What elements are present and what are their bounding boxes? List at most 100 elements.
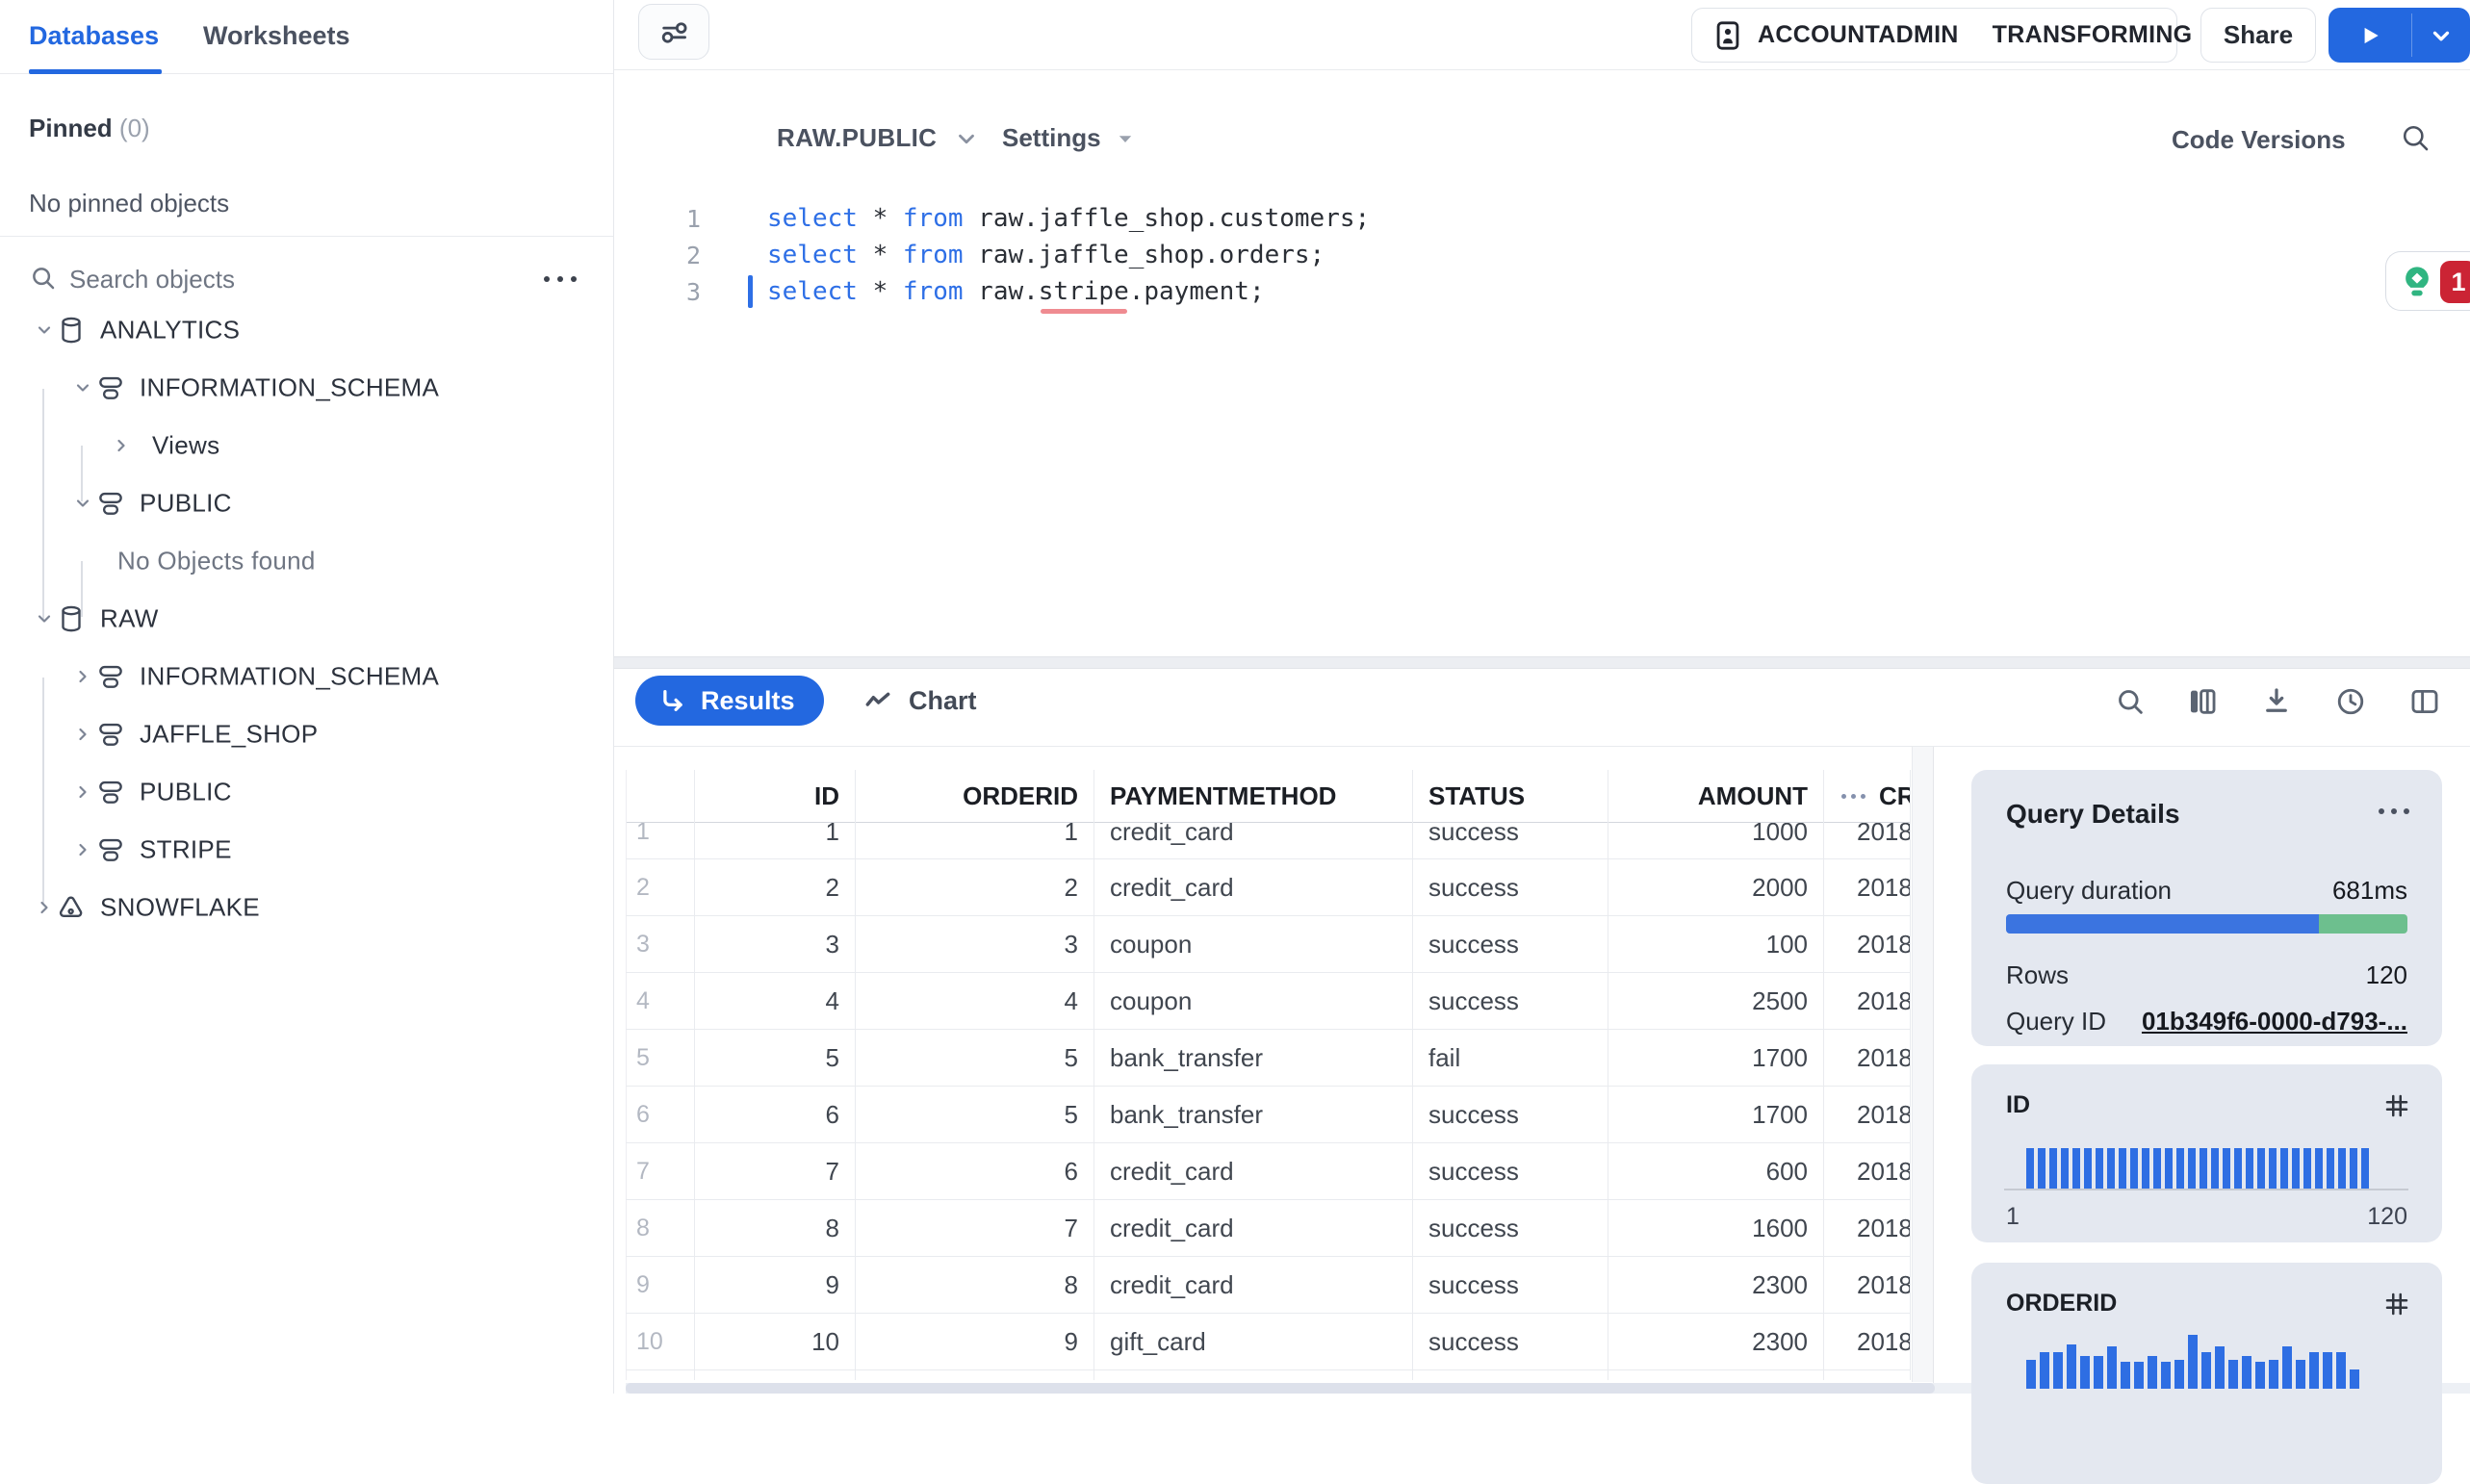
grid-icon[interactable] [2382,1290,2411,1318]
columns-icon[interactable] [2184,683,2221,720]
table-cell[interactable]: 4 [626,973,695,1029]
table-cell[interactable]: success [1413,859,1608,915]
table-cell[interactable] [1094,1370,1413,1380]
table-cell[interactable]: 2018 [1824,916,1911,972]
tree-item-stripe[interactable]: STRIPE [0,821,613,879]
copilot-suggestion-pill[interactable]: 1 [2385,251,2470,311]
column-stats-card-id[interactable]: ID 1 120 [1971,1064,2442,1242]
table-cell[interactable]: credit_card [1094,1143,1413,1199]
table-cell[interactable]: 600 [1608,1143,1824,1199]
table-cell[interactable]: 7 [626,1143,695,1199]
table-cell[interactable]: 7 [695,1143,856,1199]
run-button[interactable] [2328,8,2470,63]
table-cell[interactable]: 2018 [1824,823,1911,858]
table-row-wrap[interactable]: 3 3 3 coupon success 100 2018 [626,916,1911,973]
chevron-right-icon[interactable] [112,436,131,455]
history-icon[interactable] [2332,683,2369,720]
table-cell[interactable] [626,1370,695,1380]
table-cell[interactable]: 5 [626,1030,695,1086]
table-row-wrap[interactable]: 8 8 7 credit_card success 1600 2018 [626,1200,1911,1257]
editor-context-selector[interactable]: RAW.PUBLIC [777,123,979,153]
table-cell[interactable]: 3 [695,916,856,972]
table-cell[interactable]: 2 [626,859,695,915]
table-row[interactable]: 1 1 1 credit_card success 1000 2018 [626,823,1911,858]
tab-results[interactable]: Results [635,676,824,726]
play-icon[interactable] [2328,8,2411,63]
table-cell[interactable]: 10 [626,1314,695,1369]
table-cell[interactable]: 2 [695,859,856,915]
run-options-chevron-icon[interactable] [2412,8,2470,63]
chevron-right-icon[interactable] [73,725,92,744]
table-cell[interactable]: success [1413,1087,1608,1142]
grid-icon[interactable] [2382,1091,2411,1120]
table-cell[interactable]: 9 [856,1314,1094,1369]
table-row[interactable]: 2 2 2 credit_card success 2000 2018 [626,859,1911,915]
table-cell[interactable]: 2018 [1824,1314,1911,1369]
table-row-wrap[interactable]: 1 1 1 credit_card success 1000 2018 [626,823,1911,859]
tree-item-information-schema[interactable]: INFORMATION_SCHEMA [0,648,613,705]
table-cell[interactable] [856,1370,1094,1380]
table-cell[interactable]: 2018 [1824,1200,1911,1256]
table-cell[interactable]: 5 [856,1030,1094,1086]
table-cell[interactable]: credit_card [1094,1200,1413,1256]
table-cell[interactable]: 1700 [1608,1087,1824,1142]
table-cell[interactable]: 4 [856,973,1094,1029]
table-cell[interactable]: 1 [626,823,695,858]
table-cell[interactable]: 2500 [1608,973,1824,1029]
table-cell[interactable]: 3 [626,916,695,972]
table-cell[interactable]: success [1413,1314,1608,1369]
table-cell[interactable] [695,1370,856,1380]
table-cell[interactable]: 4 [695,973,856,1029]
table-cell[interactable]: success [1413,1143,1608,1199]
results-search-icon[interactable] [2112,683,2148,720]
table-row[interactable]: 9 9 8 credit_card success 2300 2018 [626,1257,1911,1313]
table-cell[interactable]: 9 [695,1257,856,1313]
more-options-icon[interactable] [535,262,585,296]
chevron-right-icon[interactable] [73,840,92,859]
chevron-down-icon[interactable] [73,494,92,513]
query-details-menu-icon[interactable] [2379,808,2409,814]
query-id-link[interactable]: 01b349f6-0000-d793-... [2142,1007,2407,1036]
table-row[interactable] [626,1370,1911,1380]
table-cell[interactable]: 6 [856,1143,1094,1199]
table-cell[interactable]: 5 [695,1030,856,1086]
table-row-wrap[interactable]: 5 5 5 bank_transfer fail 1700 2018 [626,1030,1911,1087]
table-cell[interactable]: 2018 [1824,1257,1911,1313]
table-cell[interactable]: 5 [856,1087,1094,1142]
editor-search-icon[interactable] [2399,121,2431,154]
table-row[interactable]: 4 4 4 coupon success 2500 2018 [626,973,1911,1029]
table-row-wrap[interactable]: 7 7 6 credit_card success 600 2018 [626,1143,1911,1200]
table-cell[interactable] [1608,1370,1824,1380]
hidden-columns-icon[interactable] [1841,794,1865,799]
table-cell[interactable]: 2018 [1824,1087,1911,1142]
table-cell[interactable]: 1700 [1608,1030,1824,1086]
table-row[interactable]: 5 5 5 bank_transfer fail 1700 2018 [626,1030,1911,1086]
tab-worksheets[interactable]: Worksheets [203,21,350,51]
tree-item-public[interactable]: PUBLIC [0,474,613,532]
table-cell[interactable]: 2 [856,859,1094,915]
table-cell[interactable]: 100 [1608,916,1824,972]
table-cell[interactable]: 1 [695,823,856,858]
table-cell[interactable]: 8 [626,1200,695,1256]
table-row[interactable]: 3 3 3 coupon success 100 2018 [626,916,1911,972]
chevron-right-icon[interactable] [73,667,92,686]
chevron-down-icon[interactable] [73,378,92,397]
table-cell[interactable]: 1000 [1608,823,1824,858]
table-cell[interactable]: 6 [695,1087,856,1142]
editor-settings-dropdown[interactable]: Settings [1002,123,1134,153]
table-cell[interactable]: gift_card [1094,1314,1413,1369]
tree-item-jaffle-shop[interactable]: JAFFLE_SHOP [0,705,613,763]
table-cell[interactable]: 1600 [1608,1200,1824,1256]
session-context-button[interactable]: ACCOUNTADMIN TRANSFORMING [1691,8,2192,63]
table-cell[interactable]: 3 [856,916,1094,972]
table-row-wrap[interactable]: 10 10 9 gift_card success 2300 2018 [626,1314,1911,1370]
table-cell[interactable]: 8 [856,1257,1094,1313]
table-cell[interactable]: success [1413,916,1608,972]
table-cell[interactable]: 2018 [1824,1143,1911,1199]
table-row-wrap[interactable]: 2 2 2 credit_card success 2000 2018 [626,859,1911,916]
tree-item-views[interactable]: Views [0,417,613,474]
code-line-1[interactable]: 1 select * from raw.jaffle_shop.customers… [614,200,2385,237]
table-row-wrap[interactable]: 6 6 5 bank_transfer success 1700 2018 [626,1087,1911,1143]
scrollbar-thumb[interactable] [626,1383,1935,1394]
table-cell[interactable]: 10 [695,1314,856,1369]
